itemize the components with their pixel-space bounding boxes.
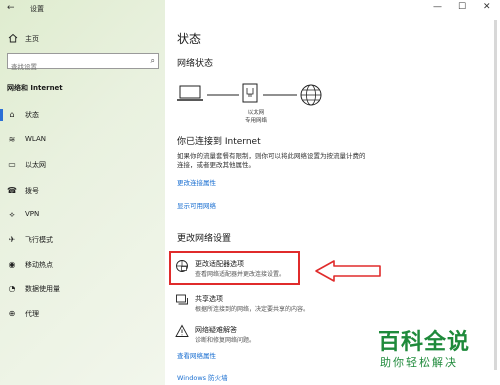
sidebar-item-vpn[interactable]: ⟡ VPN <box>0 205 165 225</box>
computer-icon <box>177 85 203 101</box>
change-network-settings-heading: 更改网络设置 <box>177 234 232 244</box>
connected-heading: 你已连接到 Internet <box>177 137 261 147</box>
show-available-networks-link[interactable]: 显示可用网络 <box>177 200 216 210</box>
sidebar-item-label: VPN <box>25 210 40 218</box>
page-title: 状态 <box>177 32 202 46</box>
scrollbar[interactable] <box>494 20 497 370</box>
sidebar-item-label: 状态 <box>25 111 39 119</box>
sidebar-item-wlan[interactable]: ≋ WLAN <box>0 130 165 150</box>
watermark-subtitle: 助你轻松解决 <box>380 356 458 369</box>
search-input[interactable] <box>8 61 136 73</box>
sidebar-home-link[interactable]: 主页 <box>25 34 39 44</box>
sidebar-item-proxy[interactable]: ⊕ 代理 <box>0 304 165 324</box>
sidebar: ← 设置 主页 ⌕ 网络和 Internet ⌂ 状态 ≋ WLAN ▭ 以太网… <box>0 0 165 385</box>
windows-firewall-link[interactable]: Windows 防火墙 <box>177 372 228 382</box>
sidebar-item-airplane[interactable]: ✈ 飞行模式 <box>0 230 165 250</box>
warning-icon <box>175 324 189 337</box>
minimize-button[interactable]: — <box>433 2 442 12</box>
network-status-heading: 网络状态 <box>177 59 214 69</box>
watermark-title: 百科全说 <box>378 330 471 355</box>
wifi-icon: ≋ <box>8 135 16 144</box>
home-network-icon: ⌂ <box>9 110 15 119</box>
diagram-label-private: 专用网络 <box>244 118 267 124</box>
view-network-properties-link[interactable]: 查看网络属性 <box>177 350 216 360</box>
sidebar-item-data-usage[interactable]: ◔ 数据使用量 <box>0 279 165 299</box>
airplane-icon: ✈ <box>8 235 16 244</box>
internet-globe-icon <box>300 84 322 106</box>
adapter-options-desc: 查看网络适配器并更改连接设置。 <box>195 271 286 278</box>
change-connection-properties-link[interactable]: 更改连接属性 <box>177 177 216 187</box>
search-icon[interactable]: ⌕ <box>151 56 155 66</box>
sidebar-item-ethernet[interactable]: ▭ 以太网 <box>0 155 165 175</box>
active-indicator <box>0 109 3 121</box>
sidebar-item-label: 飞行模式 <box>25 236 53 244</box>
sidebar-item-label: 以太网 <box>25 161 46 169</box>
home-icon <box>8 33 18 43</box>
sidebar-section-title: 网络和 Internet <box>7 84 63 92</box>
close-button[interactable]: ✕ <box>483 2 491 12</box>
sidebar-item-status[interactable]: ⌂ 状态 <box>0 105 165 125</box>
sidebar-item-dialup[interactable]: ☎ 拨号 <box>0 181 165 201</box>
sharing-options-title[interactable]: 共享选项 <box>195 294 223 304</box>
ethernet-icon: ▭ <box>8 160 16 169</box>
maximize-button[interactable]: ☐ <box>458 2 466 12</box>
diagram-label-ethernet: 以太网 <box>247 110 265 116</box>
sidebar-item-label: 代理 <box>25 310 39 318</box>
troubleshooter-desc: 诊断和修复网络问题。 <box>195 337 256 344</box>
sidebar-item-label: 拨号 <box>25 187 39 195</box>
window-title: 设置 <box>30 5 44 13</box>
vpn-icon: ⟡ <box>9 210 15 219</box>
dialup-icon: ☎ <box>7 186 17 195</box>
connected-desc-line2: 连接，或者更改其他属性。 <box>177 161 255 169</box>
sidebar-item-hotspot[interactable]: ◉ 移动热点 <box>0 255 165 275</box>
arrow-pointer-icon <box>315 260 381 282</box>
globe-icon: ⊕ <box>8 309 16 318</box>
ethernet-adapter-icon <box>242 83 258 103</box>
adapter-options-title[interactable]: 更改适配器选项 <box>195 259 244 269</box>
sidebar-item-label: 数据使用量 <box>25 285 60 293</box>
main-content: — ☐ ✕ 状态 网络状态 以太网 专用网络 你已连接到 Internet 如果… <box>165 0 500 385</box>
hotspot-icon: ◉ <box>8 260 16 269</box>
troubleshooter-title[interactable]: 网络疑难解答 <box>195 325 237 335</box>
sidebar-item-label: WLAN <box>25 135 47 143</box>
sharing-options-icon <box>176 294 188 305</box>
sharing-options-desc: 根据所连接到的网络，决定要共享的内容。 <box>195 306 310 313</box>
sidebar-item-label: 移动热点 <box>25 261 53 269</box>
back-arrow-icon[interactable]: ← <box>7 3 15 13</box>
network-adapter-icon <box>176 260 188 272</box>
settings-search-box[interactable]: ⌕ <box>7 53 159 73</box>
data-usage-icon: ◔ <box>8 284 16 293</box>
